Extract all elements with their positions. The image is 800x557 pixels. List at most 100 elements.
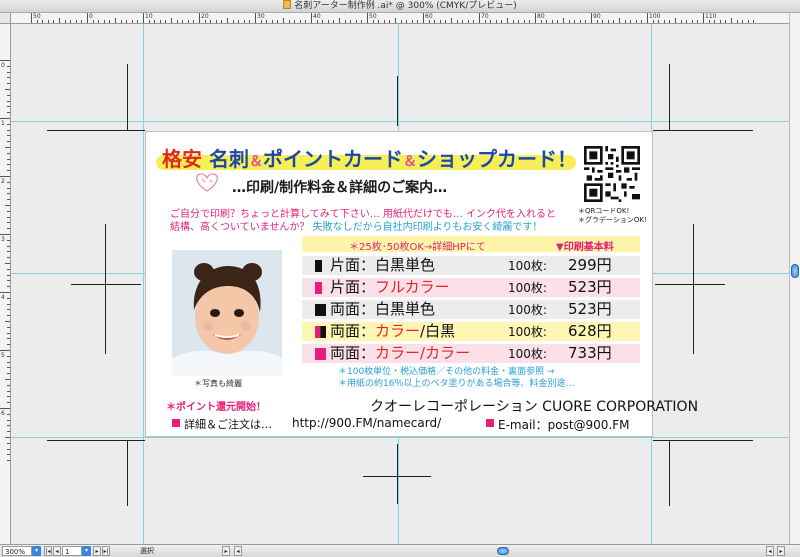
crop-mark [105, 224, 106, 354]
ruler-tick [7, 94, 10, 96]
last-page-icon[interactable]: ▸| [102, 546, 110, 556]
card-subtitle[interactable]: …印刷/制作料金＆詳細のご案内… [232, 177, 447, 197]
ruler-tick [7, 384, 10, 386]
ruler-tick [596, 20, 598, 23]
price-row[interactable]: 片面：白黒単色 100枚: 299円 [302, 256, 640, 275]
price-row[interactable]: 両面：白黒単色 100枚: 523円 [302, 300, 640, 319]
price-row-label: 両面：カラー/白黒 [330, 322, 456, 340]
ruler-tick [400, 20, 402, 23]
ruler-tick [0, 234, 10, 235]
ruler-tick [7, 425, 10, 427]
ruler-tick [540, 20, 542, 23]
guide-line[interactable] [11, 437, 789, 438]
guide-line[interactable] [143, 24, 144, 544]
scroll-left-end-icon[interactable]: ◂ [766, 546, 774, 556]
ruler-label: 70 [481, 13, 489, 20]
business-card-artboard[interactable]: 格安 名刺＆ポイントカード＆ショップカード！ …印刷/制作料金＆詳細のご案内… … [145, 131, 698, 437]
company-name[interactable]: クオーレコーポレーション CUORE CORPORATION [370, 396, 698, 416]
first-page-icon[interactable]: |◂ [44, 546, 52, 556]
card-headline[interactable]: 格安 名刺＆ポイントカード＆ショップカード！ [162, 146, 577, 172]
vertical-ruler[interactable]: 0123456 [0, 24, 11, 544]
footer-detail[interactable]: 詳細＆ご注文は… [184, 416, 272, 432]
price-row-qty: 100枚: [508, 347, 547, 361]
photo-caption[interactable]: ＊写真も綺麗 [194, 378, 242, 389]
ruler-tick [7, 402, 10, 404]
ruler-origin[interactable] [0, 13, 11, 24]
ruler-tick [322, 20, 324, 23]
ruler-tick [7, 181, 10, 183]
child-photo[interactable] [172, 250, 282, 376]
crop-mark [655, 284, 725, 285]
ruler-tick [232, 20, 234, 23]
ruler-tick [686, 20, 688, 23]
title-bar: 名刺アーター制作例 .ai* @ 300% (CMYK/プレビュー) [0, 0, 800, 13]
price-row[interactable]: 片面：フルカラー 100枚: 523円 [302, 278, 640, 297]
ruler-tick [736, 20, 738, 23]
gradient-note[interactable]: ＊グラデーションOK! [578, 215, 647, 225]
page-field[interactable]: 1 [62, 546, 82, 556]
ruler-label: 20 [201, 13, 209, 20]
point-reward-text[interactable]: ＊ポイント還元開始！ [166, 398, 266, 413]
ruler-tick [7, 460, 10, 462]
page-dropdown-icon[interactable]: ▾ [82, 546, 91, 556]
promo-base-price[interactable]: ▼印刷基本料 [556, 238, 614, 253]
qr-code[interactable] [584, 146, 640, 202]
ruler-tick [7, 65, 10, 67]
ruler-tick [7, 112, 10, 114]
vertical-scrollbar[interactable] [789, 13, 800, 544]
pink-square-icon [172, 419, 180, 427]
horizontal-ruler[interactable]: 50 0 10 20 30 40 50 60 70 80 90 100 110 [11, 13, 789, 24]
footer-email[interactable]: E-mail：post@900.FM [498, 416, 630, 433]
vertical-scroll-thumb[interactable] [791, 264, 799, 278]
next-page-icon[interactable]: ▸ [93, 546, 101, 556]
ruler-tick [243, 20, 245, 23]
price-row-price: 299円 [568, 256, 612, 274]
zoom-dropdown-icon[interactable]: ▾ [32, 546, 41, 556]
ruler-tick [210, 20, 212, 23]
ruler-tick [535, 13, 536, 23]
ruler-tick [0, 60, 10, 61]
price-row-price: 733円 [568, 344, 612, 362]
horizontal-scroll-thumb[interactable] [497, 547, 509, 555]
price-note-2[interactable]: ＊用紙の約16％以上のベタ塗りがある場合等、料金別途… [338, 376, 574, 389]
ruler-tick [7, 344, 10, 346]
ruler-tick [350, 20, 352, 23]
status-menu-icon[interactable]: ▸ [222, 546, 230, 556]
ruler-tick [378, 20, 380, 23]
price-row[interactable]: 両面：カラー/白黒 100枚: 628円 [302, 322, 640, 341]
prev-page-icon[interactable]: ◂ [53, 546, 61, 556]
ruler-tick [7, 286, 10, 288]
scroll-right-icon[interactable]: ▸ [777, 546, 785, 556]
ruler-tick [7, 239, 10, 241]
scroll-left-icon[interactable]: ◂ [234, 546, 242, 556]
headline-ampersand: ＆ [402, 154, 417, 170]
price-row-label: 片面：白黒単色 [330, 256, 436, 274]
intro-line-2[interactable]: 結構、高くついていませんか？ 失敗なしだから自社内印刷よりもお安く綺麗です！ [170, 218, 542, 233]
pink-square-icon [315, 282, 322, 294]
price-row[interactable]: 両面：カラー/カラー 100枚: 733円 [302, 344, 640, 363]
ruler-tick [7, 373, 10, 375]
price-row-qty: 100枚: [508, 303, 547, 317]
footer-url[interactable]: http://900.FM/namecard/ [292, 416, 441, 430]
crop-mark [669, 440, 670, 506]
crop-mark [397, 76, 398, 126]
ruler-tick [7, 187, 10, 189]
ruler-tick [344, 20, 346, 23]
zoom-field[interactable]: 300% [2, 546, 32, 556]
ruler-tick [7, 303, 10, 305]
ruler-tick [7, 390, 10, 392]
ruler-tick [249, 20, 251, 23]
ruler-tick [7, 413, 10, 415]
ruler-tick [523, 20, 525, 23]
status-bar: 300% ▾ |◂ ◂ 1 ▾ ▸ ▸| 選択 ▸ ◂ ◂ ▸ [0, 544, 800, 557]
ruler-tick [7, 245, 10, 247]
ruler-tick [490, 20, 492, 23]
ruler-tick [103, 20, 105, 23]
price-row-price: 628円 [568, 322, 612, 340]
ruler-tick [708, 20, 710, 23]
ruler-tick [563, 18, 564, 23]
ruler-tick [148, 20, 150, 23]
promo-small-lot[interactable]: ＊25枚･50枚OK→詳細HPにて [349, 238, 486, 253]
ruler-tick [697, 20, 699, 23]
ruler-tick [271, 20, 273, 23]
